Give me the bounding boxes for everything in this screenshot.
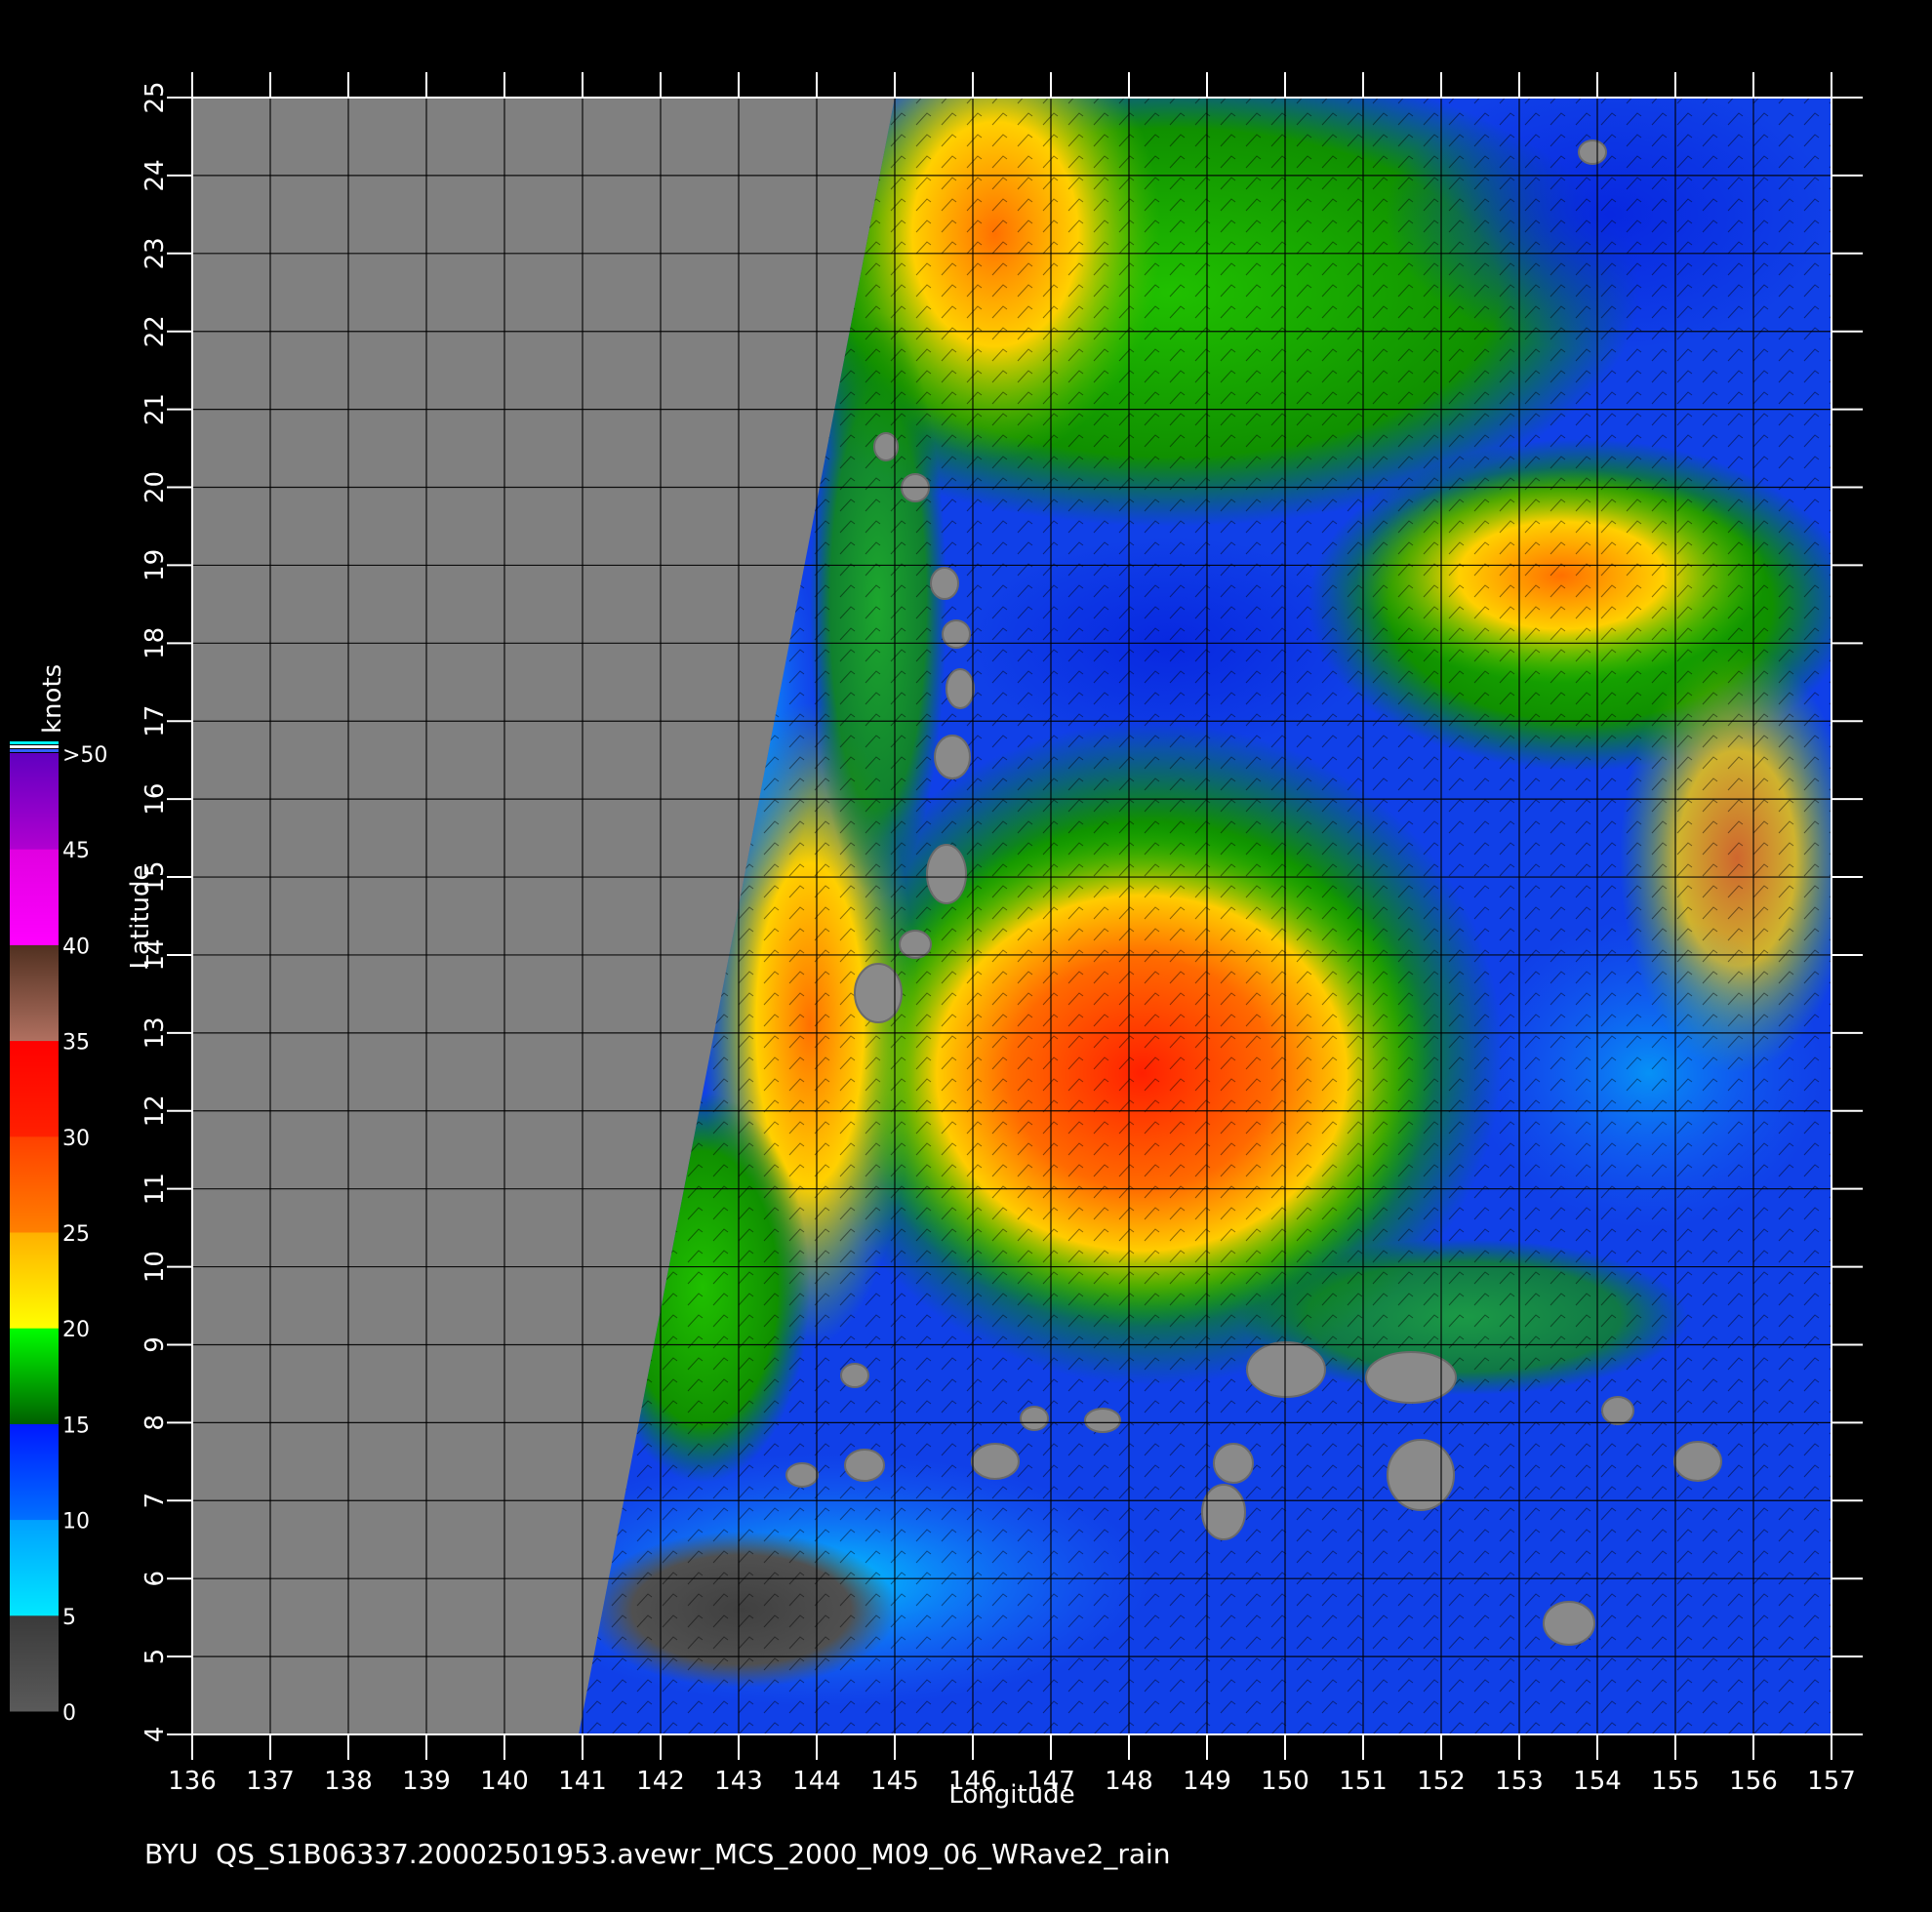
colorbar-band (10, 1328, 59, 1424)
lat-tick-label: 21 (141, 393, 170, 425)
lat-tick-label: 22 (141, 315, 170, 347)
colorbar-band (10, 1136, 59, 1233)
colorbar-label: 10 (62, 1510, 90, 1534)
colorbar-top-blue-marker (10, 749, 59, 752)
lat-tick-label: 18 (141, 627, 170, 659)
colorbar-top-white-marker (10, 745, 59, 748)
lon-tick-label: 145 (870, 1767, 919, 1796)
colorbar-label: 5 (62, 1606, 76, 1630)
lat-tick-label: 7 (141, 1493, 170, 1509)
colorbar-label: 25 (62, 1222, 90, 1247)
lat-tick-label: 12 (141, 1095, 170, 1127)
colorbar-label: 15 (62, 1414, 90, 1438)
colorbar-band (10, 1520, 59, 1616)
colorbar-band (10, 1423, 59, 1520)
lon-tick-label: 143 (714, 1767, 763, 1796)
lat-tick-label: 6 (141, 1571, 170, 1587)
colorbar-label: 20 (62, 1318, 90, 1342)
lon-tick-label: 155 (1651, 1767, 1700, 1796)
lat-tick-label: 20 (141, 471, 170, 503)
lat-tick-label: 4 (141, 1727, 170, 1743)
colorbar-unit: knots (38, 664, 67, 734)
lat-tick-label: 13 (141, 1016, 170, 1049)
lon-tick-label: 151 (1339, 1767, 1388, 1796)
lon-tick-label: 156 (1729, 1767, 1778, 1796)
lat-tick-label: 5 (141, 1649, 170, 1665)
lon-tick-label: 150 (1261, 1767, 1309, 1796)
lon-tick-label: 139 (402, 1767, 451, 1796)
colorbar-band (10, 1041, 59, 1137)
lon-tick-label: 152 (1417, 1767, 1466, 1796)
lon-tick-label: 157 (1807, 1767, 1856, 1796)
lon-tick-label: 149 (1183, 1767, 1231, 1796)
colorbar-band (10, 849, 59, 945)
lon-tick-label: 144 (792, 1767, 841, 1796)
lat-tick-label: 11 (141, 1173, 170, 1205)
image-caption: BYU QS_S1B06337.20002501953.avewr_MCS_20… (144, 1838, 1171, 1870)
colorbar-label: 40 (62, 935, 90, 959)
lat-tick-label: 23 (141, 237, 170, 269)
colorbar-top-cyan-marker (10, 741, 59, 744)
lat-tick-label: 16 (141, 783, 170, 816)
colorbar-label: 30 (62, 1127, 90, 1151)
lat-tick-label: 19 (141, 549, 170, 581)
lon-tick-label: 142 (636, 1767, 685, 1796)
colorbar-label: 0 (62, 1701, 76, 1726)
colorbar-band (10, 1615, 59, 1712)
lon-tick-label: 154 (1573, 1767, 1622, 1796)
colorbar-label: >50 (62, 743, 107, 768)
colorbar-band (10, 1232, 59, 1329)
lon-tick-label: 140 (480, 1767, 529, 1796)
colorbar-label: 45 (62, 839, 90, 863)
colorbar-band (10, 753, 59, 850)
lon-tick-label: 148 (1105, 1767, 1153, 1796)
y-axis-label: Latitude (126, 864, 155, 969)
colorbar-band (10, 944, 59, 1041)
lat-tick-label: 8 (141, 1414, 170, 1431)
lon-tick-label: 138 (324, 1767, 373, 1796)
lat-tick-label: 24 (141, 159, 170, 191)
colorbar: 0 5 10 15 20 25 30 35 40 45 >50 knots (10, 664, 107, 1726)
lon-tick-label: 137 (246, 1767, 295, 1796)
colorbar-label: 35 (62, 1031, 90, 1056)
lat-tick-label: 17 (141, 705, 170, 737)
lat-tick-label: 25 (141, 81, 170, 113)
lon-tick-label: 141 (558, 1767, 607, 1796)
x-axis-label: Longitude (948, 1780, 1074, 1810)
lat-tick-label: 9 (141, 1336, 170, 1353)
wind-speed-map-figure: 1361371381391401411421431441451461471481… (0, 0, 1932, 1912)
lon-tick-label: 136 (168, 1767, 217, 1796)
lon-tick-label: 153 (1495, 1767, 1544, 1796)
lat-tick-label: 10 (141, 1251, 170, 1283)
